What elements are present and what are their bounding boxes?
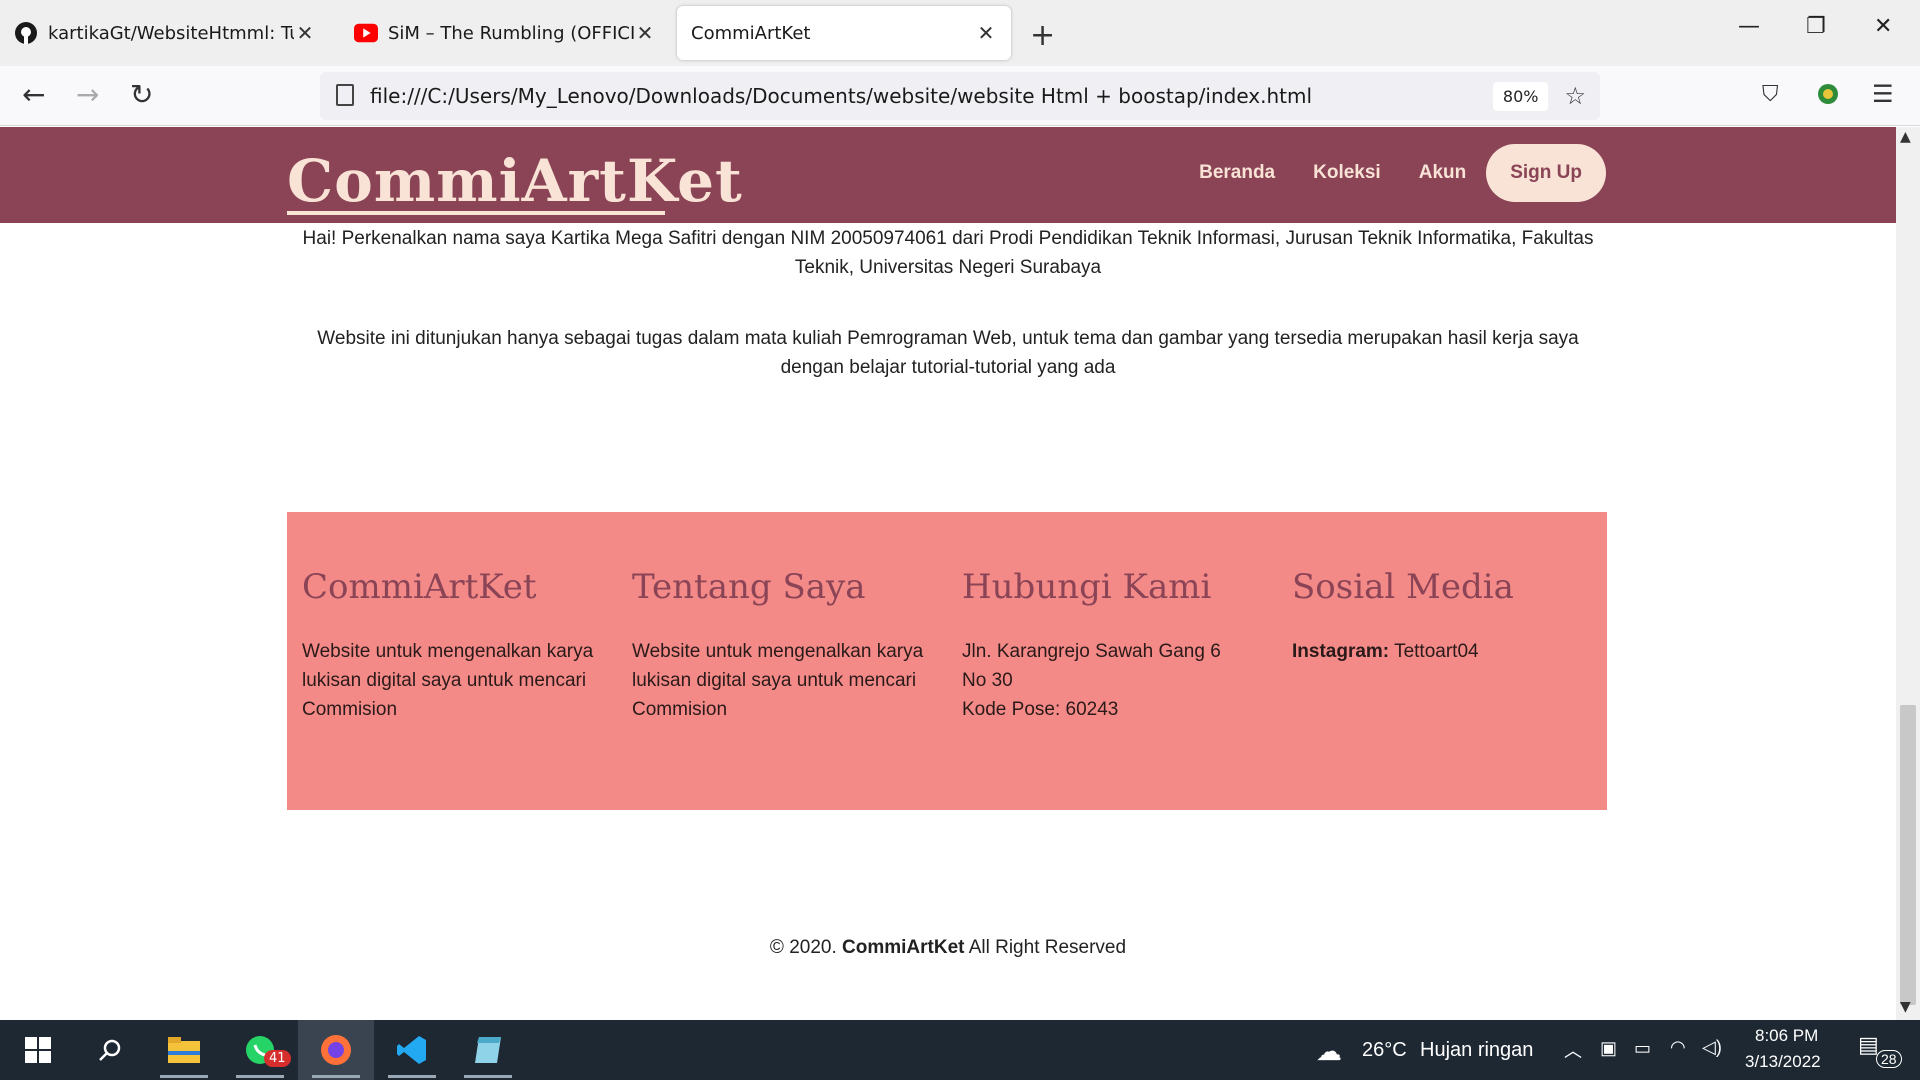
footer-info-box: CommiArtKet Website untuk mengenalkan ka… [287, 512, 1607, 810]
notes-app-button[interactable] [450, 1020, 526, 1080]
zoom-indicator[interactable]: 80% [1492, 81, 1549, 111]
tab-label: SiM – The Rumbling (OFFICIAL V [388, 22, 634, 44]
copyright-suffix: All Right Reserved [968, 937, 1127, 958]
battery-icon[interactable]: ▭ [1634, 1038, 1651, 1059]
tab-github[interactable]: kartikaGt/WebsiteHtmml: Tugas ✕ [0, 6, 330, 60]
page-icon [336, 84, 354, 106]
copyright-prefix: © 2020. [769, 937, 837, 958]
volume-icon[interactable]: ◁) [1702, 1037, 1722, 1058]
minimize-icon[interactable]: — [1738, 14, 1760, 39]
site-navbar: CommiArtKet Beranda Koleksi Akun Sign Up [0, 127, 1896, 223]
weather-temp[interactable]: 26°C [1362, 1039, 1407, 1062]
footer-col-title: CommiArtKet [302, 567, 537, 607]
footer-col-contact: Hubungi Kami Jln. Karangrejo Sawah Gang … [962, 567, 1262, 724]
weather-cloud-icon[interactable]: ☁ [1316, 1036, 1342, 1067]
bookmark-star-icon[interactable]: ☆ [1564, 82, 1586, 110]
tab-label: CommiArtKet [691, 22, 811, 44]
close-icon[interactable]: ✕ [634, 21, 656, 45]
whatsapp-button[interactable]: 41 [222, 1020, 298, 1080]
instagram-handle[interactable]: Tettoart04 [1394, 641, 1479, 662]
contact-address-line1: Jln. Karangrejo Sawah Gang 6 [962, 641, 1221, 662]
wifi-icon[interactable]: ◠ [1670, 1037, 1686, 1058]
vertical-scrollbar[interactable]: ▲ ▼ [1896, 127, 1920, 1020]
signup-button[interactable]: Sign Up [1486, 144, 1606, 202]
nav-akun[interactable]: Akun [1419, 162, 1467, 184]
tab-commiartket[interactable]: CommiArtKet ✕ [677, 6, 1011, 60]
github-icon [14, 21, 38, 45]
pocket-icon[interactable]: ⛉ [1762, 82, 1779, 107]
instagram-line: Instagram: Tettoart04 [1292, 637, 1592, 666]
notepad-icon [475, 1037, 501, 1063]
windows-logo-icon [25, 1037, 51, 1063]
footer-col-brand: CommiArtKet Website untuk mengenalkan ka… [302, 567, 602, 724]
footer-col-title: Sosial Media [1292, 567, 1514, 607]
instagram-label: Instagram: [1292, 641, 1390, 662]
menu-icon[interactable]: ☰ [1872, 80, 1894, 108]
tab-youtube[interactable]: SiM – The Rumbling (OFFICIAL V ✕ [340, 6, 670, 60]
copyright: © 2020. CommiArtKet All Right Reserved [0, 937, 1896, 959]
tab-strip: kartikaGt/WebsiteHtmml: Tugas ✕ SiM – Th… [0, 0, 1920, 66]
search-icon [99, 1039, 121, 1061]
extension-icon[interactable] [1816, 82, 1840, 112]
firefox-button[interactable] [298, 1020, 374, 1080]
chevron-up-icon[interactable]: ︿ [1564, 1037, 1582, 1063]
footer-col-title: Hubungi Kami [962, 567, 1212, 607]
back-icon[interactable]: ← [22, 78, 45, 111]
tab-label: kartikaGt/WebsiteHtmml: Tugas [48, 22, 294, 44]
device-icon[interactable]: ▣ [1600, 1038, 1617, 1059]
scroll-up-icon[interactable]: ▲ [1900, 129, 1911, 145]
about-paragraph-2: Website ini ditunjukan hanya sebagai tug… [317, 328, 1579, 378]
weather-desc[interactable]: Hujan ringan [1420, 1039, 1533, 1062]
whatsapp-badge: 41 [264, 1050, 291, 1067]
contact-address-line2: No 30 [962, 670, 1013, 691]
brand-underline [287, 211, 665, 215]
nav-links: Beranda Koleksi Akun Sign Up [1161, 144, 1606, 202]
windows-taskbar: 41 ☁ 26°C Hujan ringan ︿ ▣ ▭ ◠ ◁) 8:06 P… [0, 1020, 1920, 1080]
vscode-icon [397, 1036, 426, 1064]
address-bar[interactable]: file:///C:/Users/My_Lenovo/Downloads/Doc… [320, 72, 1600, 120]
start-button[interactable] [0, 1020, 76, 1080]
forward-icon[interactable]: → [76, 78, 99, 111]
close-icon[interactable]: ✕ [975, 21, 997, 45]
site-brand[interactable]: CommiArtKet [287, 147, 743, 215]
reload-icon[interactable]: ↻ [130, 78, 153, 111]
file-explorer-button[interactable] [146, 1020, 222, 1080]
scroll-down-icon[interactable]: ▼ [1900, 999, 1911, 1015]
notification-icon[interactable]: ▤ [1858, 1032, 1879, 1058]
footer-col-about: Tentang Saya Website untuk mengenalkan k… [632, 567, 932, 724]
url-text[interactable]: file:///C:/Users/My_Lenovo/Downloads/Doc… [370, 84, 1493, 108]
nav-beranda[interactable]: Beranda [1199, 162, 1275, 184]
restore-icon[interactable]: ❐ [1806, 14, 1826, 39]
youtube-icon [354, 21, 378, 45]
about-paragraph-1: Hai! Perkenalkan nama saya Kartika Mega … [302, 228, 1594, 278]
footer-col-text: Website untuk mengenalkan karya lukisan … [302, 641, 594, 720]
footer-col-text: Website untuk mengenalkan karya lukisan … [632, 641, 924, 720]
clock-time[interactable]: 8:06 PM [1755, 1026, 1818, 1046]
close-icon[interactable]: ✕ [294, 21, 316, 45]
clock-date[interactable]: 3/13/2022 [1745, 1052, 1821, 1072]
copyright-brand: CommiArtKet [842, 937, 965, 958]
new-tab-button[interactable]: + [1030, 18, 1055, 53]
vscode-button[interactable] [374, 1020, 450, 1080]
nav-koleksi[interactable]: Koleksi [1313, 162, 1381, 184]
close-window-icon[interactable]: ✕ [1874, 14, 1892, 39]
page-viewport: CommiArtKet Beranda Koleksi Akun Sign Up… [0, 127, 1896, 1020]
firefox-icon [321, 1035, 351, 1065]
browser-toolbar: ← → ↻ file:///C:/Users/My_Lenovo/Downloa… [0, 66, 1920, 126]
contact-postcode: Kode Pose: 60243 [962, 699, 1119, 720]
notification-count: 28 [1876, 1050, 1902, 1068]
scroll-thumb[interactable] [1900, 705, 1916, 1005]
footer-col-social: Sosial Media Instagram: Tettoart04 [1292, 567, 1592, 666]
search-button[interactable] [72, 1020, 148, 1080]
footer-col-title: Tentang Saya [632, 567, 866, 607]
folder-icon [168, 1037, 200, 1063]
